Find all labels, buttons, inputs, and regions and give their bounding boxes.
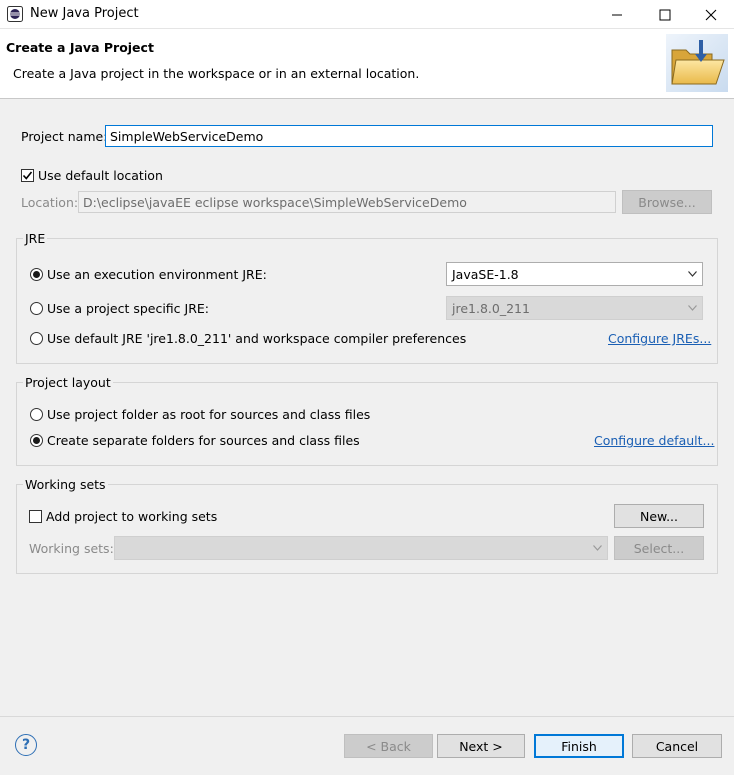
jre-option-label: Use default JRE 'jre1.8.0_211' and works… [47,331,467,346]
project-name-input[interactable]: SimpleWebServiceDemo [105,125,713,147]
jre-default-radio[interactable]: Use default JRE 'jre1.8.0_211' and works… [30,331,466,346]
close-icon [705,9,717,20]
minimize-button[interactable] [594,0,640,29]
radio-button[interactable] [30,408,43,421]
maximize-button[interactable] [642,0,688,29]
chevron-down-icon [593,545,602,551]
wizard-title: Create a Java Project [6,40,154,55]
configure-default-link[interactable]: Configure default... [594,433,714,448]
radio-button[interactable] [30,302,43,315]
checkmark-icon [22,171,33,180]
project-layout-group-title: Project layout [23,375,113,390]
use-default-location-label: Use default location [38,168,163,183]
configure-jres-link[interactable]: Configure JREs... [608,331,711,346]
jre-project-specific-radio[interactable]: Use a project specific JRE: [30,301,209,316]
jre-option-label: Use an execution environment JRE: [47,267,267,282]
location-label: Location: [21,195,79,210]
chevron-down-icon [688,305,697,311]
add-to-working-sets-label: Add project to working sets [46,509,218,524]
working-sets-label: Working sets: [29,541,114,556]
footer-divider [0,716,734,717]
project-layout-group [16,382,718,466]
folder-icon [666,34,728,92]
execution-env-select[interactable]: JavaSE-1.8 [446,262,703,286]
new-working-set-button[interactable]: New... [614,504,704,528]
eclipse-app-icon [7,6,23,22]
wizard-banner: Create a Java Project Create a Java proj… [0,29,734,99]
use-default-location-checkbox[interactable]: Use default location [21,168,163,183]
layout-root-folder-radio[interactable]: Use project folder as root for sources a… [30,407,370,422]
close-button[interactable] [688,0,734,29]
working-sets-select[interactable] [114,536,608,560]
cancel-button[interactable]: Cancel [632,734,722,758]
window-title: New Java Project [30,6,139,21]
wizard-description: Create a Java project in the workspace o… [13,66,420,81]
select-working-sets-button[interactable]: Select... [614,536,704,560]
minimize-icon [612,14,622,15]
radio-button[interactable] [30,332,43,345]
checkbox-box[interactable] [21,169,34,182]
layout-separate-folders-radio[interactable]: Create separate folders for sources and … [30,433,360,448]
jre-execution-env-radio[interactable]: Use an execution environment JRE: [30,267,267,282]
layout-option-label: Use project folder as root for sources a… [47,407,371,422]
back-button[interactable]: < Back [344,734,433,758]
project-jre-select[interactable]: jre1.8.0_211 [446,296,703,320]
maximize-icon [659,9,671,20]
add-to-working-sets-checkbox[interactable]: Add project to working sets [29,509,217,524]
working-sets-group [16,484,718,574]
location-input[interactable]: D:\eclipse\javaEE eclipse workspace\Simp… [78,191,616,213]
working-sets-group-title: Working sets [23,477,108,492]
jre-option-label: Use a project specific JRE: [47,301,209,316]
radio-button[interactable] [30,434,43,447]
layout-option-label: Create separate folders for sources and … [47,433,360,448]
browse-button[interactable]: Browse... [622,190,712,214]
project-jre-value: jre1.8.0_211 [452,300,530,316]
finish-button[interactable]: Finish [534,734,624,758]
title-bar: New Java Project [0,0,734,29]
execution-env-value: JavaSE-1.8 [452,266,519,282]
help-icon[interactable]: ? [15,734,37,756]
chevron-down-icon [688,271,697,277]
radio-button[interactable] [30,268,43,281]
jre-group-title: JRE [23,231,48,246]
checkbox-box[interactable] [29,510,42,523]
project-name-label: Project name: [21,129,108,144]
next-button[interactable]: Next > [437,734,525,758]
